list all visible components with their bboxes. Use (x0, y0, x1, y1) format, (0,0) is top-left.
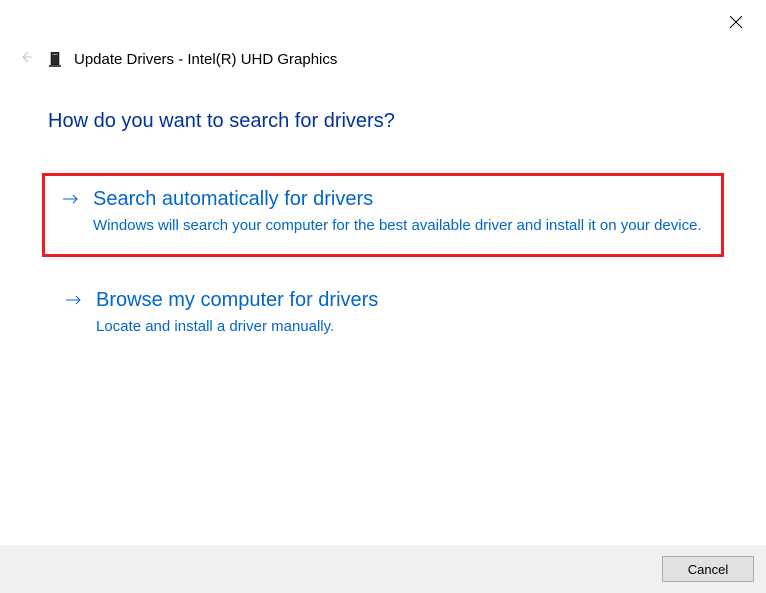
cancel-button[interactable]: Cancel (662, 556, 754, 582)
option-title: Search automatically for drivers (93, 188, 703, 211)
page-heading: How do you want to search for drivers? (48, 110, 718, 133)
option-browse-computer[interactable]: Browse my computer for drivers Locate an… (48, 277, 718, 355)
option-search-automatically[interactable]: Search automatically for drivers Windows… (42, 173, 724, 257)
content-area: How do you want to search for drivers? S… (48, 110, 718, 375)
close-button[interactable] (726, 12, 746, 32)
option-description: Windows will search your computer for th… (93, 215, 703, 236)
close-icon (730, 16, 742, 28)
title-group: Update Drivers - Intel(R) UHD Graphics (48, 51, 337, 68)
back-button[interactable] (18, 50, 34, 69)
window-title: Update Drivers - Intel(R) UHD Graphics (74, 51, 337, 68)
options-list: Search automatically for drivers Windows… (48, 173, 718, 355)
option-body: Search automatically for drivers Windows… (93, 188, 703, 236)
device-icon (48, 52, 64, 68)
footer: Cancel (0, 545, 766, 593)
header: Update Drivers - Intel(R) UHD Graphics (18, 50, 337, 69)
option-description: Locate and install a driver manually. (96, 316, 700, 337)
arrow-right-icon (63, 192, 79, 210)
arrow-right-icon (66, 293, 82, 311)
back-arrow-icon (19, 50, 33, 64)
option-body: Browse my computer for drivers Locate an… (96, 289, 700, 337)
option-title: Browse my computer for drivers (96, 289, 700, 312)
